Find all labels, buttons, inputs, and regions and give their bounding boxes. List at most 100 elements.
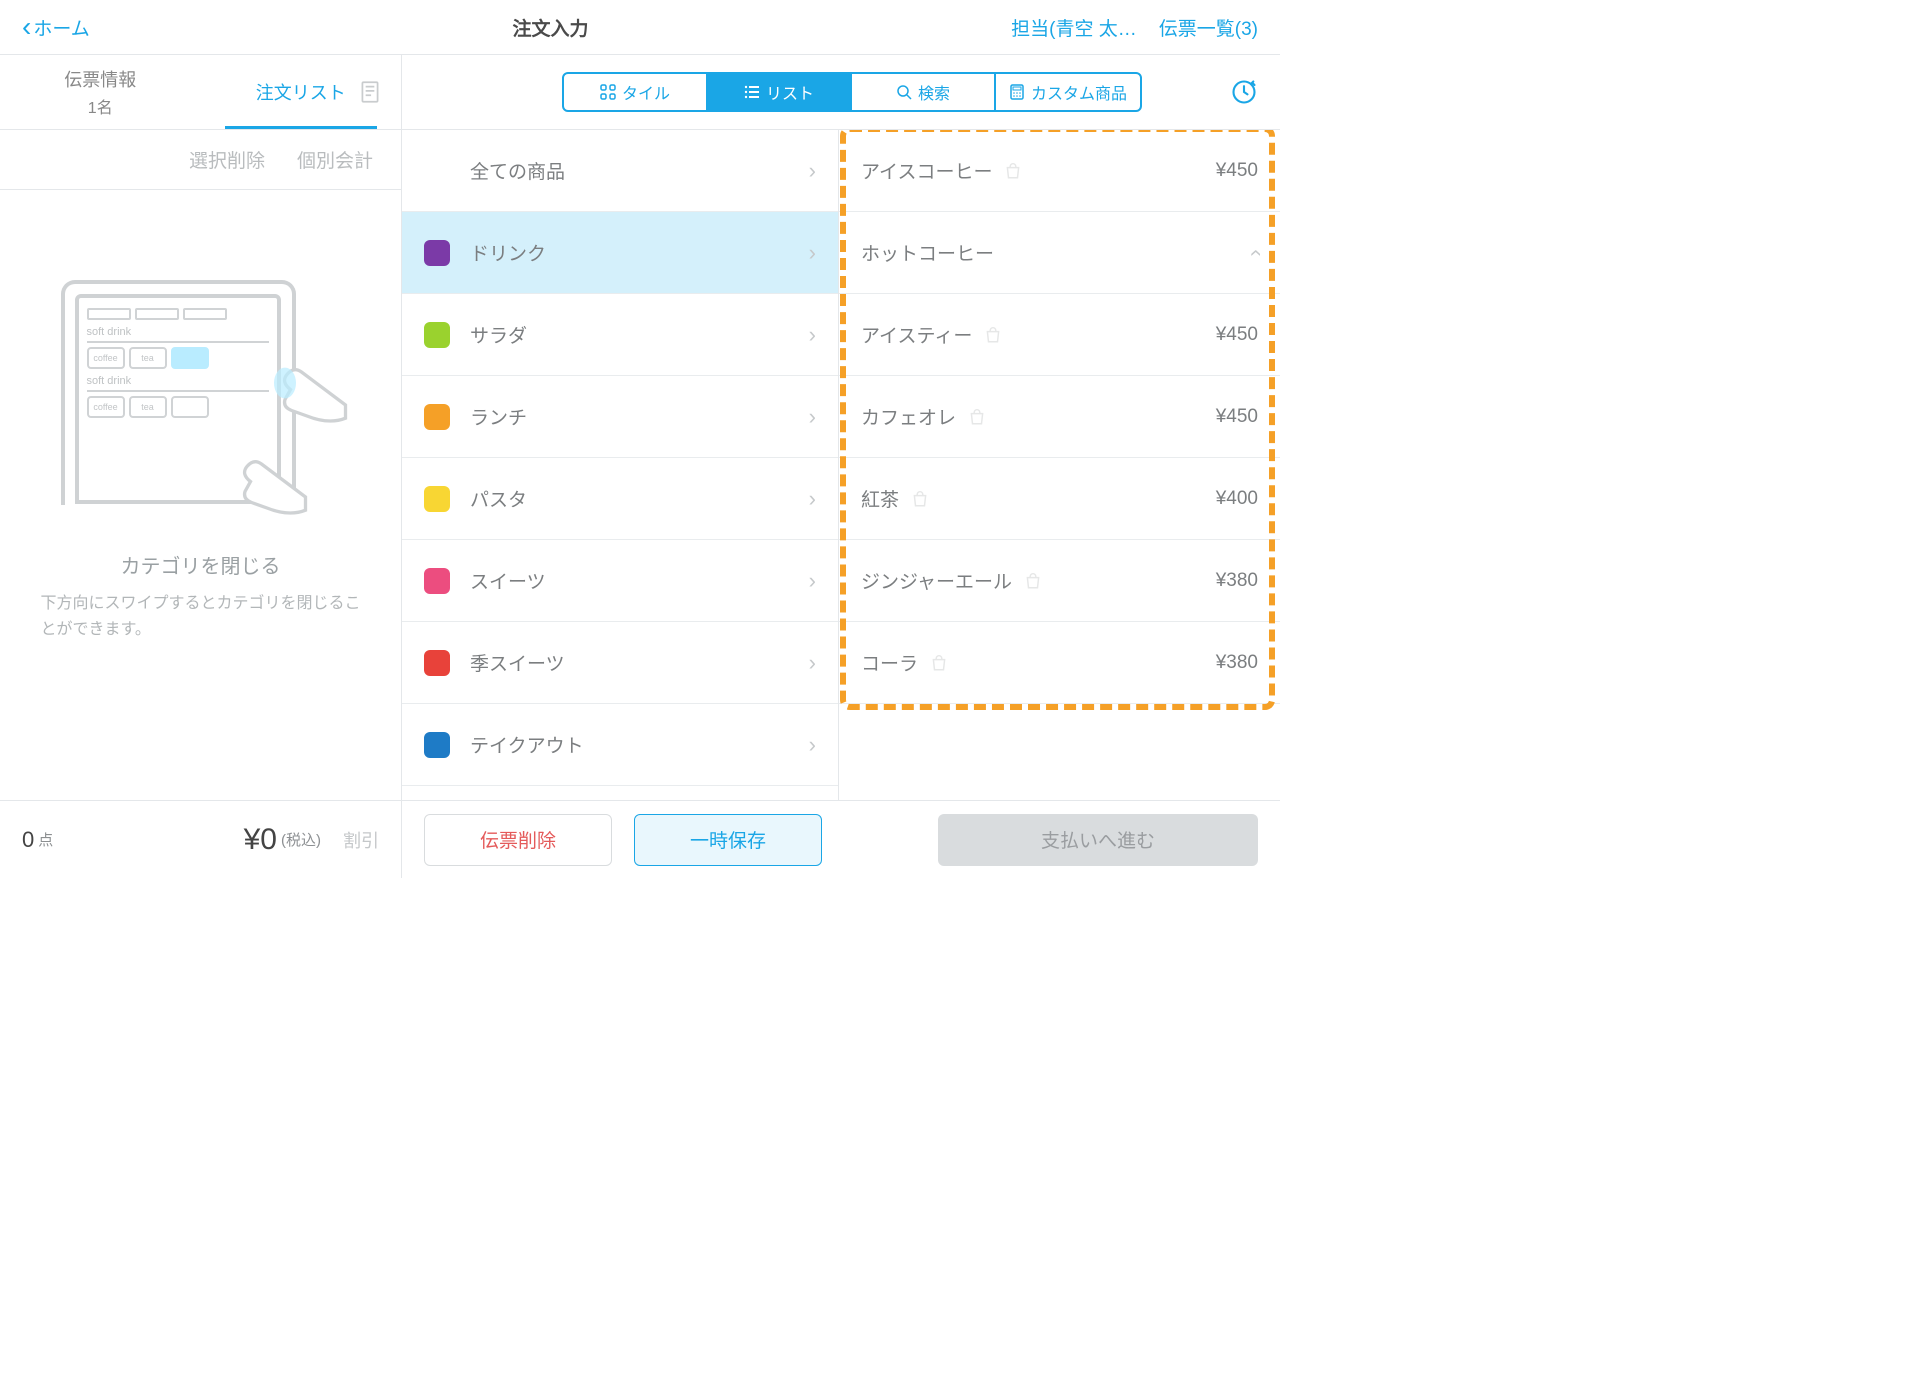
slip-list-link[interactable]: 伝票一覧(3) — [1159, 14, 1258, 41]
takeout-bag-icon — [911, 490, 929, 508]
product-item[interactable]: ホットコーヒー › — [839, 212, 1280, 294]
delete-selected-button[interactable]: 選択削除 — [189, 146, 265, 173]
left-footer: 0 点 ¥0 (税込) 割引 — [0, 800, 401, 878]
category-name: サラダ — [470, 321, 527, 348]
product-item[interactable]: コーラ ¥380 — [839, 622, 1280, 704]
product-price: ¥450 — [1216, 406, 1258, 428]
discount-button[interactable]: 割引 — [343, 827, 379, 853]
right-footer: 伝票削除 一時保存 支払いへ進む — [402, 800, 1280, 878]
tax-label: (税込) — [281, 829, 321, 850]
product-list[interactable]: アイスコーヒー ¥450 ホットコーヒー › アイスティー ¥450 カフェオレ ¥450 紅茶… — [839, 130, 1280, 800]
grid-icon — [600, 84, 616, 100]
split-bill-button[interactable]: 個別会計 — [297, 146, 373, 173]
product-item[interactable]: 紅茶 ¥400 — [839, 458, 1280, 540]
view-toolbar: タイル リスト 検索 カスタム商品 — [402, 55, 1280, 130]
category-color-swatch — [424, 650, 450, 676]
gear-icon[interactable] — [1230, 78, 1258, 106]
chevron-right-icon: › — [809, 404, 816, 430]
left-panel: 伝票情報 1名 注文リスト 選択削除 個別会計 soft drink — [0, 55, 402, 878]
staff-link[interactable]: 担当(青空 太… — [1011, 14, 1137, 41]
empty-description: 下方向にスワイプするとカテゴリを閉じることができます。 — [41, 591, 361, 642]
category-name: スイーツ — [470, 567, 546, 594]
chevron-right-icon: › — [809, 240, 816, 266]
category-item[interactable]: 全ての商品 › — [402, 130, 838, 212]
chevron-right-icon: › — [809, 486, 816, 512]
search-icon — [896, 84, 912, 100]
hand-icon — [201, 420, 311, 530]
chevron-right-icon: › — [809, 158, 816, 184]
category-name: ドリンク — [470, 239, 546, 266]
product-name: アイスティー — [861, 321, 972, 348]
view-segmented-control: タイル リスト 検索 カスタム商品 — [562, 72, 1142, 112]
category-color-swatch — [424, 240, 450, 266]
tablet-illustration: soft drink coffee tea soft drink coffee … — [51, 270, 351, 530]
takeout-bag-icon — [930, 654, 948, 672]
page-title: 注文入力 — [512, 14, 588, 41]
list-icon — [744, 84, 760, 100]
chevron-up-icon: › — [1241, 249, 1267, 256]
product-price: ¥450 — [1216, 324, 1258, 346]
category-color-swatch — [424, 322, 450, 348]
product-name: 紅茶 — [861, 485, 899, 512]
empty-state: soft drink coffee tea soft drink coffee … — [0, 190, 401, 800]
category-item[interactable]: ランチ › — [402, 376, 838, 458]
item-count: 0 — [22, 827, 34, 853]
category-item[interactable]: パスタ› — [402, 458, 838, 540]
home-label: ホーム — [33, 14, 89, 41]
product-name: コーラ — [861, 649, 918, 676]
product-price: ¥380 — [1216, 652, 1258, 674]
chevron-left-icon: ‹ — [22, 13, 31, 41]
chevron-right-icon: › — [809, 568, 816, 594]
category-item[interactable]: サラダ › — [402, 294, 838, 376]
takeout-bag-icon — [968, 408, 986, 426]
tab-slip-info-label: 伝票情報 — [64, 66, 136, 92]
home-button[interactable]: ‹ ホーム — [22, 13, 90, 41]
product-item[interactable]: ジンジャーエール ¥380 — [839, 540, 1280, 622]
right-panel: タイル リスト 検索 カスタム商品 — [402, 55, 1280, 878]
temp-save-button[interactable]: 一時保存 — [634, 814, 822, 866]
total-amount: ¥0 — [244, 823, 277, 857]
chevron-right-icon: › — [809, 322, 816, 348]
category-name: 全ての商品 — [470, 157, 565, 184]
product-price: ¥400 — [1216, 488, 1258, 510]
tab-slip-info[interactable]: 伝票情報 1名 — [0, 55, 201, 129]
category-item[interactable]: ドリンク › — [402, 212, 838, 294]
category-list[interactable]: 全ての商品›ドリンク›サラダ›ランチ›パスタ›スイーツ›季スイーツ›テイクアウト… — [402, 130, 839, 800]
chevron-right-icon: › — [809, 732, 816, 758]
product-name: アイスコーヒー — [861, 157, 992, 184]
category-color-swatch — [424, 732, 450, 758]
proceed-payment-button[interactable]: 支払いへ進む — [938, 814, 1258, 866]
category-color-swatch — [424, 568, 450, 594]
lists-container: 全ての商品›ドリンク›サラダ›ランチ›パスタ›スイーツ›季スイーツ›テイクアウト… — [402, 130, 1280, 800]
category-item[interactable]: 季スイーツ › — [402, 622, 838, 704]
product-item[interactable]: カフェオレ ¥450 — [839, 376, 1280, 458]
delete-slip-button[interactable]: 伝票削除 — [424, 814, 612, 866]
product-price: ¥380 — [1216, 570, 1258, 592]
seg-tile[interactable]: タイル — [564, 74, 708, 110]
category-item[interactable]: スイーツ › — [402, 540, 838, 622]
chevron-right-icon: › — [809, 650, 816, 676]
takeout-bag-icon — [1004, 162, 1022, 180]
tab-order-list-label: 注文リスト — [256, 79, 346, 105]
product-name: カフェオレ — [861, 403, 956, 430]
category-color-swatch — [424, 404, 450, 430]
top-header: ‹ ホーム 注文入力 担当(青空 太… 伝票一覧(3) — [0, 0, 1280, 55]
category-item[interactable]: テイクアウト › — [402, 704, 838, 786]
header-right: 担当(青空 太… 伝票一覧(3) — [1011, 14, 1258, 41]
takeout-bag-icon — [984, 326, 1002, 344]
category-name: テイクアウト — [470, 731, 584, 758]
product-item[interactable]: アイスコーヒー ¥450 — [839, 130, 1280, 212]
category-name: ランチ — [470, 403, 527, 430]
category-color-swatch — [424, 486, 450, 512]
product-name: ジンジャーエール — [861, 567, 1012, 594]
product-name: ホットコーヒー — [861, 239, 994, 266]
product-item[interactable]: アイスティー ¥450 — [839, 294, 1280, 376]
category-name: 季スイーツ — [470, 649, 565, 676]
receipt-icon[interactable] — [357, 79, 383, 105]
item-count-unit: 点 — [38, 829, 53, 850]
calculator-icon — [1009, 84, 1025, 100]
seg-search[interactable]: 検索 — [852, 74, 996, 110]
seg-list[interactable]: リスト — [708, 74, 852, 110]
seg-custom[interactable]: カスタム商品 — [996, 74, 1140, 110]
product-price: ¥450 — [1216, 160, 1258, 182]
